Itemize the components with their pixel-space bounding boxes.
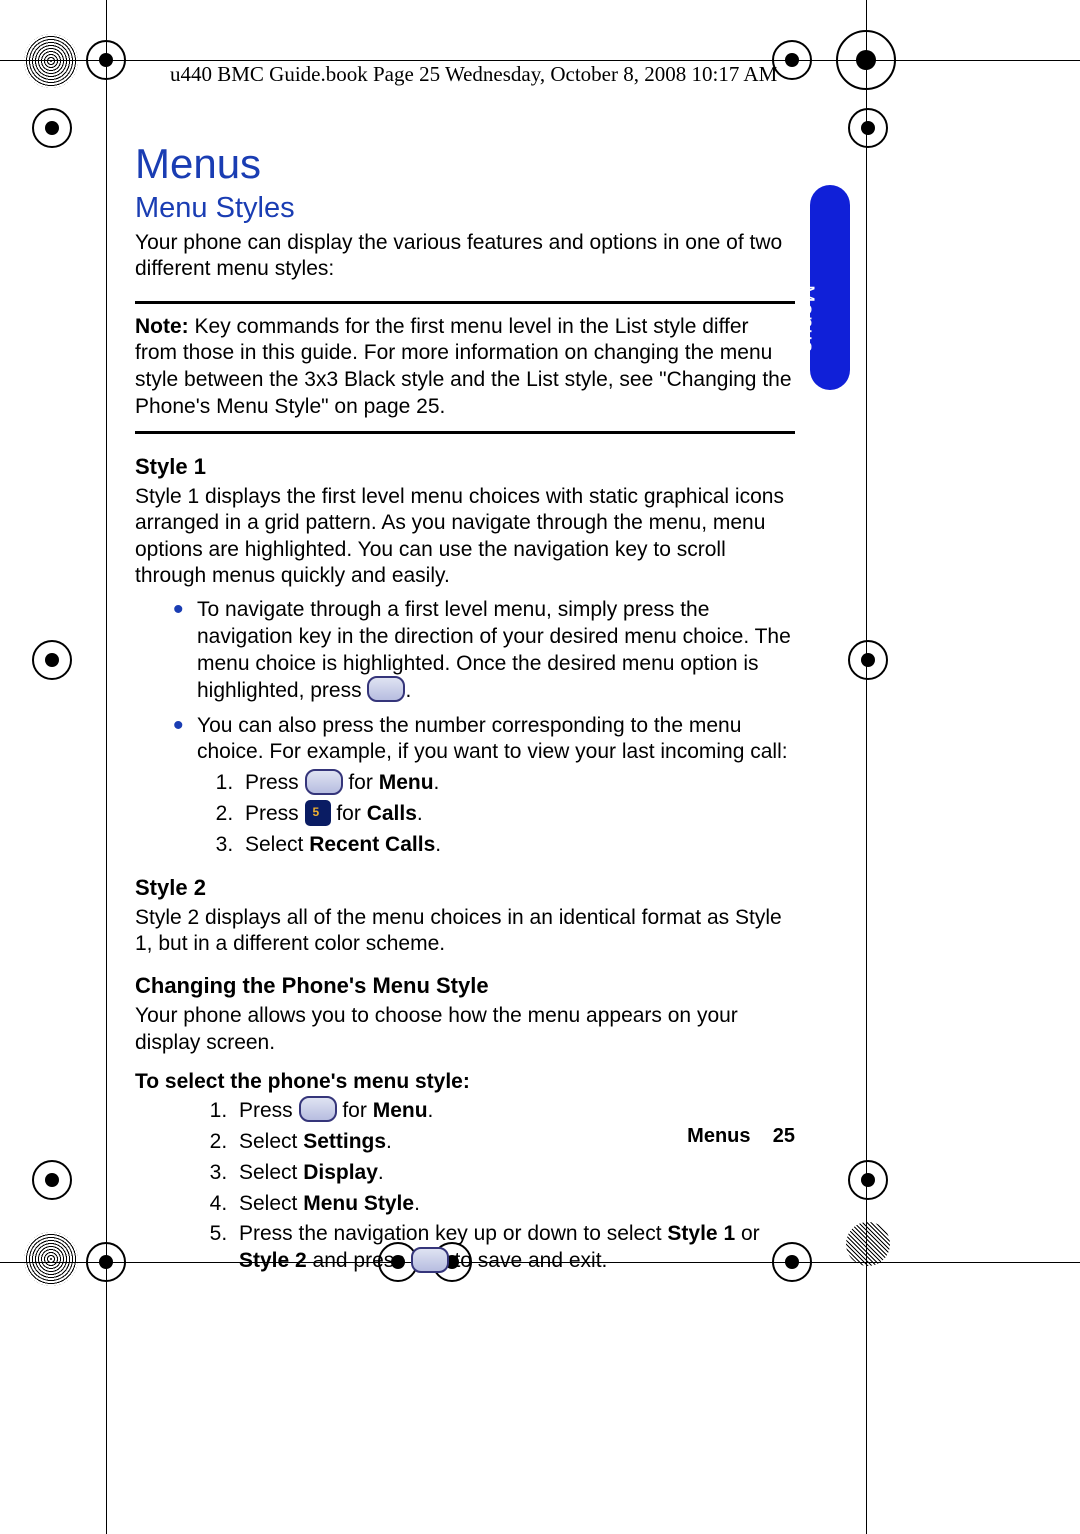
registration-mark-icon <box>848 1160 888 1200</box>
numbered-steps: Press for Menu. Press for Calls. Select … <box>197 770 795 859</box>
step-item: Select Menu Style. <box>233 1191 795 1218</box>
registration-mark-icon <box>848 108 888 148</box>
page-content: Menus Menu Styles Your phone can display… <box>135 140 795 1279</box>
registration-mark-icon <box>86 1242 126 1282</box>
ok-key-icon <box>299 1096 337 1122</box>
style2-paragraph: Style 2 displays all of the menu choices… <box>135 905 795 958</box>
footer-page-number: 25 <box>773 1125 795 1147</box>
hatch-icon <box>846 1222 890 1266</box>
ok-key-icon <box>305 769 343 795</box>
registration-ring-icon <box>24 34 78 88</box>
note-label: Note: <box>135 315 189 338</box>
changing-heading: Changing the Phone's Menu Style <box>135 973 795 999</box>
style1-heading: Style 1 <box>135 454 795 480</box>
note-box: Note: Key commands for the first menu le… <box>135 301 795 435</box>
step-item: Press for Menu. <box>239 770 795 797</box>
crop-line-right <box>866 0 867 1534</box>
registration-mark-icon <box>772 40 812 80</box>
step-item: Select Recent Calls. <box>239 832 795 859</box>
ok-key-icon <box>411 1247 449 1273</box>
footer-section: Menus <box>687 1125 750 1147</box>
five-key-icon <box>305 800 331 826</box>
style1-paragraph: Style 1 displays the first level menu ch… <box>135 484 795 589</box>
select-heading: To select the phone's menu style: <box>135 1070 795 1094</box>
side-tab-label: Menus <box>794 285 818 353</box>
step-item: Press for Calls. <box>239 801 795 828</box>
registration-mark-icon <box>848 640 888 680</box>
registration-mark-icon <box>836 30 896 90</box>
intro-paragraph: Your phone can display the various featu… <box>135 230 795 283</box>
page-footer: Menus 25 <box>135 1125 795 1148</box>
bullet-item: To navigate through a first level menu, … <box>197 597 795 705</box>
chapter-title: Menus <box>135 140 795 188</box>
registration-ring-icon <box>24 1232 78 1286</box>
ok-key-icon <box>367 676 405 702</box>
step-item: Press the navigation key up or down to s… <box>233 1221 795 1275</box>
style1-bullets: To navigate through a first level menu, … <box>135 597 795 859</box>
step-item: Select Display. <box>233 1160 795 1187</box>
changing-paragraph: Your phone allows you to choose how the … <box>135 1003 795 1056</box>
doc-header: u440 BMC Guide.book Page 25 Wednesday, O… <box>170 62 777 87</box>
registration-mark-icon <box>86 40 126 80</box>
side-tab: Menus <box>810 185 850 390</box>
crop-line-top <box>0 60 1080 61</box>
section-title: Menu Styles <box>135 192 795 225</box>
note-body: Key commands for the first menu level in… <box>135 315 792 419</box>
registration-mark-icon <box>32 640 72 680</box>
crop-line-left <box>106 0 107 1534</box>
style2-heading: Style 2 <box>135 875 795 901</box>
bullet-item: You can also press the number correspond… <box>197 713 795 859</box>
registration-mark-icon <box>32 108 72 148</box>
step-item: Press for Menu. <box>233 1098 795 1125</box>
registration-mark-icon <box>32 1160 72 1200</box>
